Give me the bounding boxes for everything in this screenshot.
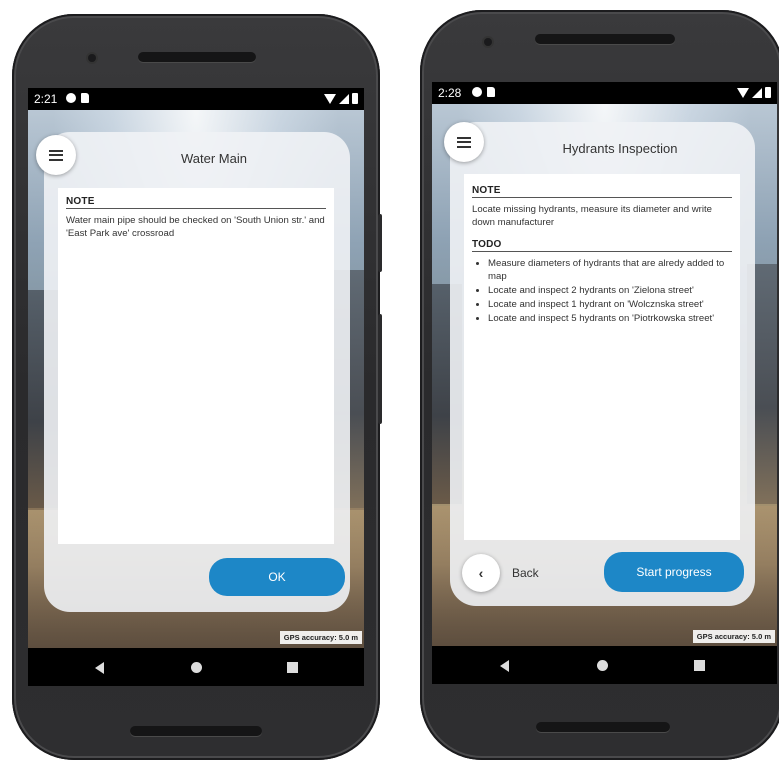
todo-item: Locate and inspect 5 hydrants on 'Piotrk…: [488, 312, 732, 325]
todo-item: Measure diameters of hydrants that are a…: [488, 257, 732, 283]
volume-button[interactable]: [378, 314, 382, 424]
start-progress-button[interactable]: Start progress: [604, 552, 744, 592]
back-button[interactable]: ‹: [462, 554, 500, 592]
battery-icon: [765, 87, 771, 98]
todo-list: Measure diameters of hydrants that are a…: [472, 257, 732, 325]
chevron-left-icon: ‹: [478, 565, 484, 581]
signal-icon: [752, 88, 762, 98]
note-text: Locate missing hydrants, measure its dia…: [472, 204, 712, 228]
left-phone-frame: 2:21 Water Main NOTE Water main pipe sho…: [12, 14, 382, 760]
app-notification-icon: [472, 87, 482, 97]
power-button[interactable]: [378, 214, 382, 272]
task-card: Hydrants Inspection NOTE Locate missing …: [444, 122, 755, 606]
circle-home-icon[interactable]: [597, 660, 608, 671]
top-speaker: [138, 52, 256, 62]
bottom-speaker: [536, 722, 670, 732]
status-bar: 2:28: [432, 82, 777, 104]
top-speaker: [535, 34, 675, 44]
triangle-back-icon[interactable]: [95, 662, 104, 674]
right-phone-frame: 2:28 Hydrants Inspection NOTE Locate mis…: [420, 10, 779, 760]
note-panel: NOTE Water main pipe should be checked o…: [58, 188, 334, 544]
hamburger-menu-icon: [49, 149, 63, 161]
todo-item: Locate and inspect 2 hydrants on 'Zielon…: [488, 284, 732, 297]
menu-button[interactable]: [444, 122, 484, 162]
status-time: 2:28: [438, 86, 462, 100]
note-heading: NOTE: [472, 185, 732, 198]
back-label[interactable]: Back: [512, 566, 539, 580]
gps-accuracy-label: GPS accuracy: 5.0 m: [692, 630, 775, 643]
android-nav-bar: [432, 646, 777, 684]
square-recents-icon[interactable]: [287, 662, 298, 673]
hamburger-menu-icon: [457, 136, 471, 148]
square-recents-icon[interactable]: [694, 660, 705, 671]
app-notification-icon: [66, 93, 76, 103]
task-details-panel: NOTE Locate missing hydrants, measure it…: [464, 174, 740, 540]
front-camera: [484, 38, 492, 46]
android-nav-bar: [28, 648, 364, 686]
wifi-icon: [737, 88, 749, 98]
todo-item: Locate and inspect 1 hydrant on 'Wolczns…: [488, 298, 732, 311]
signal-icon: [339, 94, 349, 104]
note-heading: NOTE: [66, 196, 326, 209]
task-card: Water Main NOTE Water main pipe should b…: [36, 132, 350, 612]
right-screen: 2:28 Hydrants Inspection NOTE Locate mis…: [432, 82, 777, 684]
battery-icon: [352, 93, 358, 104]
ok-button[interactable]: OK: [209, 558, 345, 596]
menu-button[interactable]: [36, 135, 76, 175]
triangle-back-icon[interactable]: [500, 660, 509, 672]
front-camera: [88, 54, 96, 62]
status-bar: 2:21: [28, 88, 364, 110]
sd-card-icon: [81, 93, 89, 103]
wifi-icon: [324, 94, 336, 104]
left-screen: 2:21 Water Main NOTE Water main pipe sho…: [28, 88, 364, 686]
circle-home-icon[interactable]: [191, 662, 202, 673]
status-time: 2:21: [34, 92, 58, 106]
note-text: Water main pipe should be checked on 'So…: [66, 215, 325, 239]
card-title: Hydrants Inspection: [562, 141, 678, 156]
bottom-speaker: [130, 726, 262, 736]
gps-accuracy-label: GPS accuracy: 5.0 m: [279, 631, 362, 644]
card-title: Water Main: [181, 151, 247, 166]
sd-card-icon: [487, 87, 495, 97]
todo-heading: TODO: [472, 239, 732, 252]
